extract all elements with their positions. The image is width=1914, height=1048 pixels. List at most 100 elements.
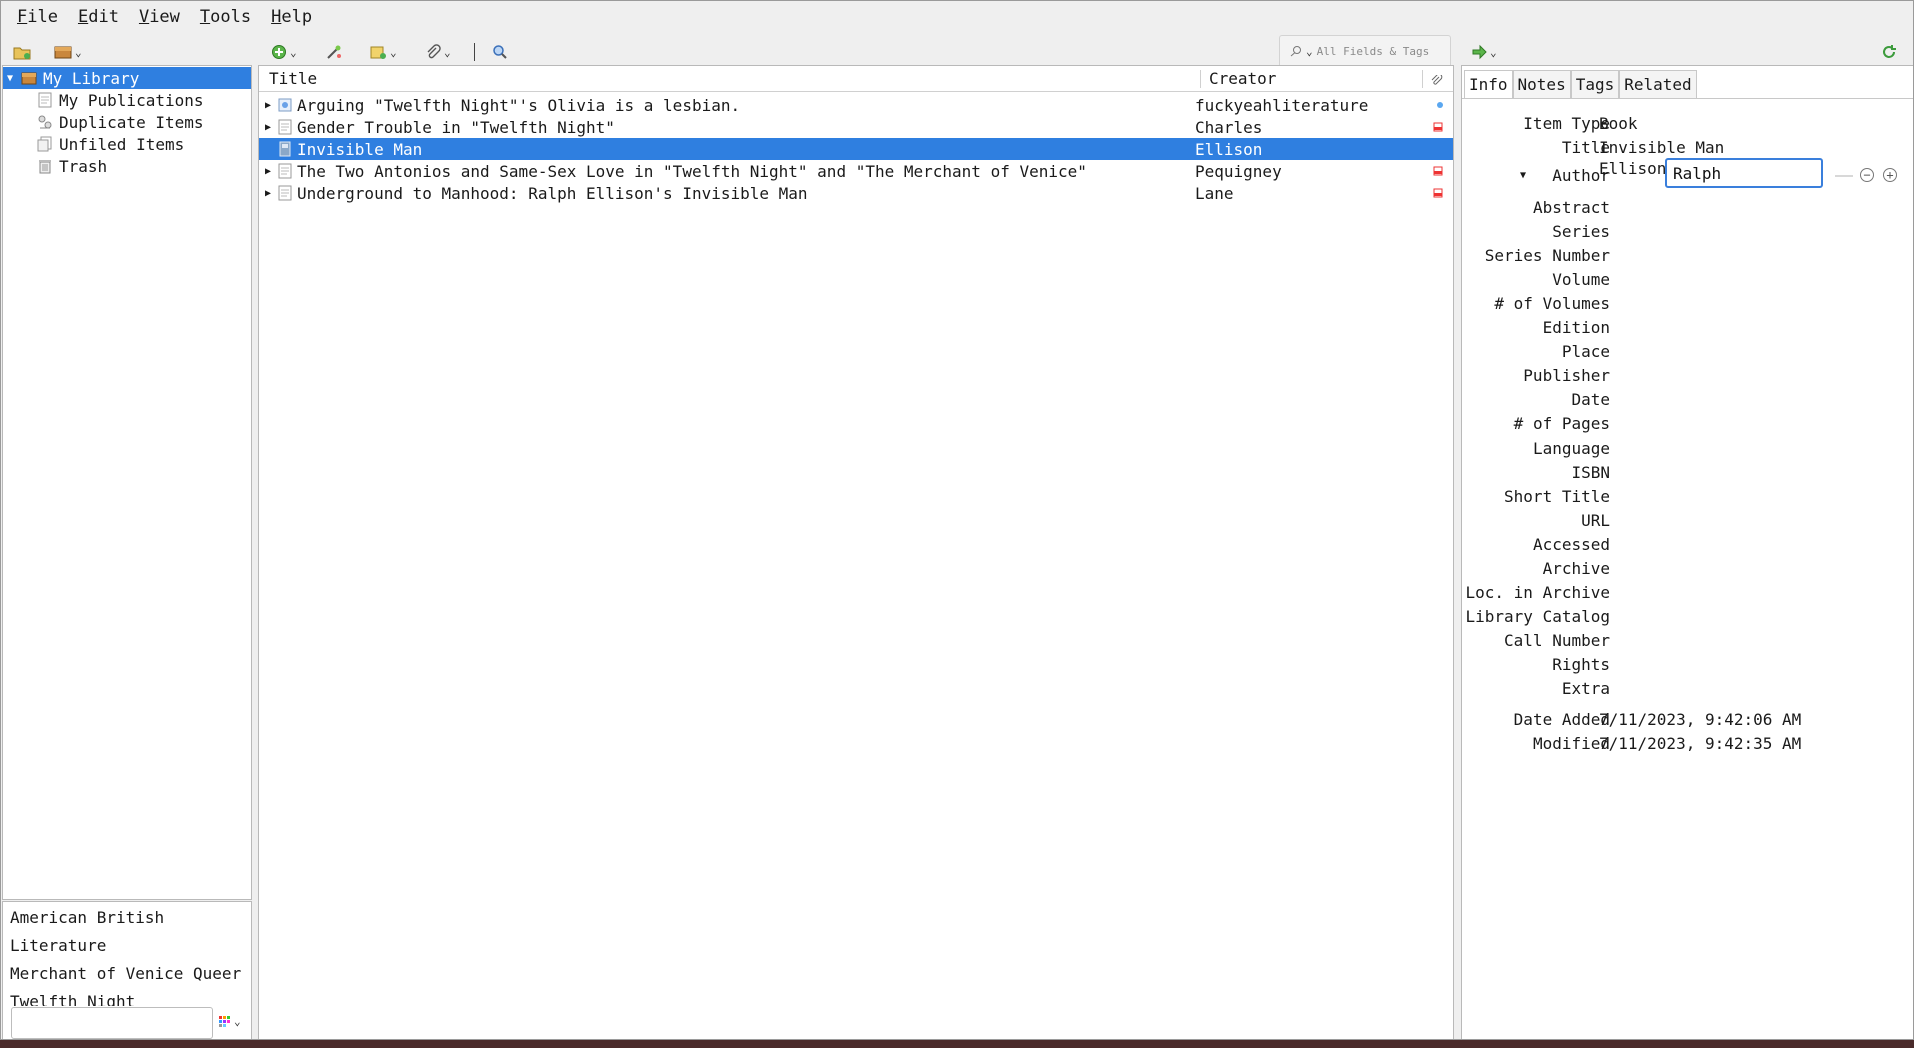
column-divider[interactable]: [1422, 69, 1423, 88]
menu-tools[interactable]: Tools: [190, 1, 261, 33]
tag-literature[interactable]: Literature: [10, 936, 106, 955]
unfiled-icon: [37, 136, 53, 152]
twisty-closed-icon[interactable]: ▶: [265, 100, 275, 111]
field-library-catalog[interactable]: Library Catalog: [1462, 604, 1913, 628]
new-collection-button[interactable]: [13, 42, 31, 62]
duplicate-icon: [37, 114, 53, 130]
tab-tags[interactable]: Tags: [1570, 70, 1620, 98]
tab-related[interactable]: Related: [1619, 70, 1697, 98]
field-url[interactable]: URL: [1462, 508, 1913, 532]
table-row[interactable]: ▶ Arguing "Twelfth Night"'s Olivia is a …: [259, 94, 1453, 116]
field-isbn[interactable]: ISBN: [1462, 460, 1913, 484]
search-box[interactable]: ⌄ All Fields & Tags: [1279, 35, 1451, 66]
pdf-icon[interactable]: [1433, 122, 1443, 132]
field-label: Series Number: [1484, 245, 1610, 265]
field-of-pages[interactable]: # of Pages: [1462, 411, 1913, 435]
twisty-open-icon[interactable]: ▼: [7, 73, 17, 84]
field-place[interactable]: Place: [1462, 339, 1913, 363]
sync-button[interactable]: [1881, 42, 1897, 62]
tag-actions-button[interactable]: ⌄: [219, 1015, 241, 1028]
twisty-closed-icon[interactable]: ▶: [265, 166, 275, 177]
field-loc-in-archive[interactable]: Loc. in Archive: [1462, 580, 1913, 604]
field-series[interactable]: Series: [1462, 219, 1913, 243]
field-call-number[interactable]: Call Number: [1462, 628, 1913, 652]
tag-american[interactable]: American: [10, 908, 87, 927]
add-creator-button[interactable]: +: [1883, 168, 1897, 182]
collection-duplicate-items[interactable]: Duplicate Items: [3, 111, 251, 133]
advanced-search-button[interactable]: [492, 42, 508, 62]
field-modified: Modified 7/11/2023, 9:42:35 AM: [1462, 731, 1913, 755]
chevron-down-icon: ⌄: [390, 45, 397, 59]
table-row[interactable]: ▶ Gender Trouble in "Twelfth Night" Char…: [259, 116, 1453, 138]
field-label: ISBN: [1571, 462, 1610, 482]
field-label: Date Added: [1513, 709, 1610, 729]
remove-creator-button[interactable]: −: [1860, 168, 1874, 182]
swap-names-button[interactable]: [1835, 175, 1853, 177]
field-value[interactable]: Invisible Man: [1599, 138, 1724, 157]
sync-icon: [1883, 45, 1896, 58]
field-language[interactable]: Language: [1462, 436, 1913, 460]
field-title[interactable]: Title Invisible Man: [1462, 135, 1913, 159]
table-row[interactable]: ▶ Underground to Manhood: Ralph Ellison'…: [259, 182, 1453, 204]
field-of-volumes[interactable]: # of Volumes: [1462, 291, 1913, 315]
tag-queer[interactable]: Queer: [193, 964, 241, 983]
pdf-icon[interactable]: [1433, 188, 1443, 198]
dot-icon[interactable]: [1435, 100, 1445, 110]
item-title: The Two Antonios and Same-Sex Love in "T…: [297, 161, 1087, 181]
collection-trash[interactable]: Trash: [3, 155, 251, 177]
field-abstract[interactable]: Abstract: [1462, 195, 1913, 219]
new-note-button[interactable]: ⌄: [369, 42, 397, 62]
creator-type-chevron-icon[interactable]: ▼: [1520, 170, 1526, 181]
search-input[interactable]: All Fields & Tags: [1317, 45, 1430, 58]
add-attachment-button[interactable]: ⌄: [425, 42, 451, 62]
tag-twelfth-night[interactable]: Twelfth Night: [10, 992, 135, 1006]
field-label: Publisher: [1523, 365, 1610, 385]
tag-british[interactable]: British: [97, 908, 164, 927]
add-icon: [272, 45, 286, 59]
tag-merchant-of-venice[interactable]: Merchant of Venice: [10, 964, 183, 983]
menu-file[interactable]: File: [7, 1, 68, 33]
tag-filter-input[interactable]: [11, 1007, 213, 1039]
field-edition[interactable]: Edition: [1462, 315, 1913, 339]
tag-color-grid-icon: [219, 1015, 230, 1027]
field-extra[interactable]: Extra: [1462, 676, 1913, 700]
field-volume[interactable]: Volume: [1462, 267, 1913, 291]
collection-my-publications[interactable]: My Publications: [3, 89, 251, 111]
add-by-identifier-button[interactable]: [325, 42, 343, 62]
collection-my-library[interactable]: ▼ My Library: [3, 67, 251, 89]
column-title-header[interactable]: Title: [269, 69, 317, 88]
minus-icon: −: [1863, 168, 1871, 182]
field-date[interactable]: Date: [1462, 387, 1913, 411]
field-publisher[interactable]: Publisher: [1462, 363, 1913, 387]
field-label: Abstract: [1532, 197, 1610, 217]
field-archive[interactable]: Archive: [1462, 556, 1913, 580]
field-series-number[interactable]: Series Number: [1462, 243, 1913, 267]
locate-button[interactable]: ⌄: [1471, 42, 1497, 62]
menu-edit[interactable]: Edit: [68, 1, 129, 33]
field-rights[interactable]: Rights: [1462, 652, 1913, 676]
attachments-column-icon[interactable]: [1431, 72, 1443, 91]
tab-info[interactable]: Info: [1464, 70, 1513, 98]
twisty-closed-icon[interactable]: ▶: [265, 122, 275, 133]
pdf-icon[interactable]: [1433, 166, 1443, 176]
field-item-type[interactable]: Item Type Book: [1462, 111, 1913, 135]
menu-view[interactable]: View: [129, 1, 190, 33]
field-accessed[interactable]: Accessed: [1462, 532, 1913, 556]
new-item-button[interactable]: ⌄: [271, 42, 297, 62]
column-divider[interactable]: [1200, 69, 1201, 88]
twisty-closed-icon[interactable]: ▶: [265, 188, 275, 199]
field-short-title[interactable]: Short Title: [1462, 484, 1913, 508]
table-row-selected[interactable]: Invisible Man Ellison: [259, 138, 1453, 160]
collection-unfiled-items[interactable]: Unfiled Items: [3, 133, 251, 155]
table-row[interactable]: ▶ The Two Antonios and Same-Sex Love in …: [259, 160, 1453, 182]
item-creator: Charles: [1195, 117, 1263, 137]
column-creator-header[interactable]: Creator: [1209, 69, 1276, 88]
items-header: Title Creator: [259, 66, 1453, 92]
field-value[interactable]: Book: [1599, 114, 1638, 133]
tab-notes[interactable]: Notes: [1512, 70, 1571, 98]
author-first-name-input[interactable]: [1665, 158, 1823, 188]
new-library-button[interactable]: ⌄: [54, 42, 82, 62]
search-mode-chevron-icon[interactable]: ⌄: [1306, 45, 1313, 58]
magnifier-icon: [493, 45, 507, 59]
menu-help[interactable]: Help: [261, 1, 322, 33]
